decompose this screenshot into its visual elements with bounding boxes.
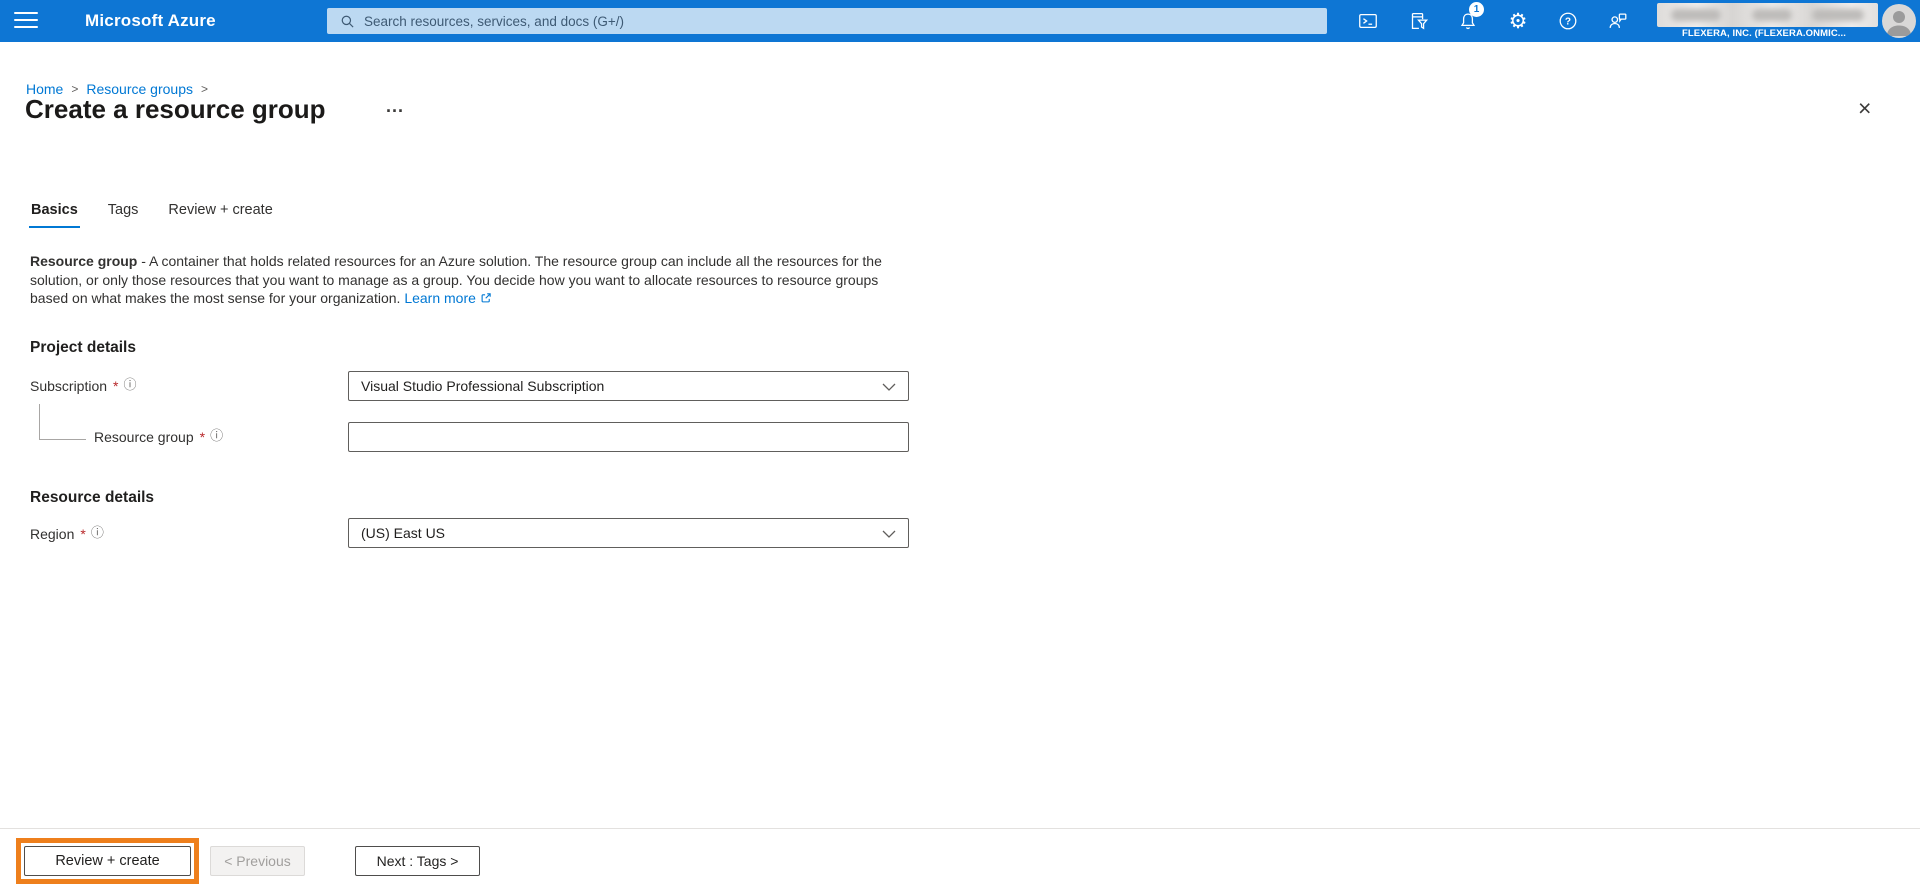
region-label: Region * ⓘ [30, 526, 104, 542]
learn-more-link[interactable]: Learn more [404, 290, 491, 306]
context-menu-ellipsis-icon[interactable]: ... [386, 96, 404, 117]
feedback-icon[interactable] [1606, 9, 1630, 33]
previous-button[interactable]: < Previous [210, 846, 305, 876]
close-icon[interactable]: × [1858, 96, 1871, 120]
search-icon [341, 15, 354, 28]
next-tags-button[interactable]: Next : Tags > [355, 846, 480, 876]
svg-text:?: ? [1565, 17, 1571, 28]
chevron-down-icon [882, 383, 896, 391]
resource-group-name-input[interactable] [348, 422, 909, 452]
directory-filter-icon[interactable] [1406, 9, 1430, 33]
azure-brand-link[interactable]: Microsoft Azure [85, 0, 216, 42]
search-placeholder: Search resources, services, and docs (G+… [364, 13, 624, 29]
tab-review-create[interactable]: Review + create [166, 202, 274, 228]
region-info-icon[interactable]: ⓘ [91, 527, 104, 541]
cloud-shell-icon[interactable] [1356, 9, 1380, 33]
field-connector-line [39, 404, 40, 440]
chevron-down-icon [882, 530, 896, 538]
notification-badge: 1 [1469, 2, 1484, 17]
help-icon[interactable]: ? [1556, 9, 1580, 33]
tab-bar: Basics Tags Review + create [29, 202, 275, 228]
tenant-name: FLEXERA, INC. (FLEXERA.ONMIC... [1681, 28, 1847, 39]
region-select[interactable]: (US) East US [348, 518, 909, 548]
subscription-label: Subscription * ⓘ [30, 378, 137, 394]
resource-details-heading: Resource details [30, 489, 155, 506]
global-search-input[interactable]: Search resources, services, and docs (G+… [327, 8, 1327, 34]
field-connector-line [39, 439, 86, 440]
resource-group-info-icon[interactable]: ⓘ [210, 430, 223, 444]
tab-tags[interactable]: Tags [106, 202, 141, 228]
subscription-select[interactable]: Visual Studio Professional Subscription [348, 371, 909, 401]
project-details-heading: Project details [30, 339, 136, 356]
page-title: Create a resource group [25, 94, 326, 124]
description-lead: Resource group [30, 253, 138, 269]
review-create-button[interactable]: Review + create [24, 846, 191, 876]
top-bar: Microsoft Azure Search resources, servic… [0, 0, 1920, 42]
hamburger-menu-icon[interactable] [14, 12, 38, 30]
tab-basics[interactable]: Basics [29, 202, 80, 228]
resource-group-label: Resource group * ⓘ [94, 429, 224, 445]
avatar[interactable] [1882, 4, 1916, 38]
resource-group-description: Resource group - A container that holds … [30, 252, 904, 308]
footer-divider [0, 828, 1920, 829]
subscription-info-icon[interactable]: ⓘ [124, 379, 137, 393]
external-link-icon [481, 293, 491, 303]
account-name-redacted[interactable] [1657, 3, 1878, 27]
settings-gear-icon[interactable]: ⚙ [1506, 9, 1530, 33]
